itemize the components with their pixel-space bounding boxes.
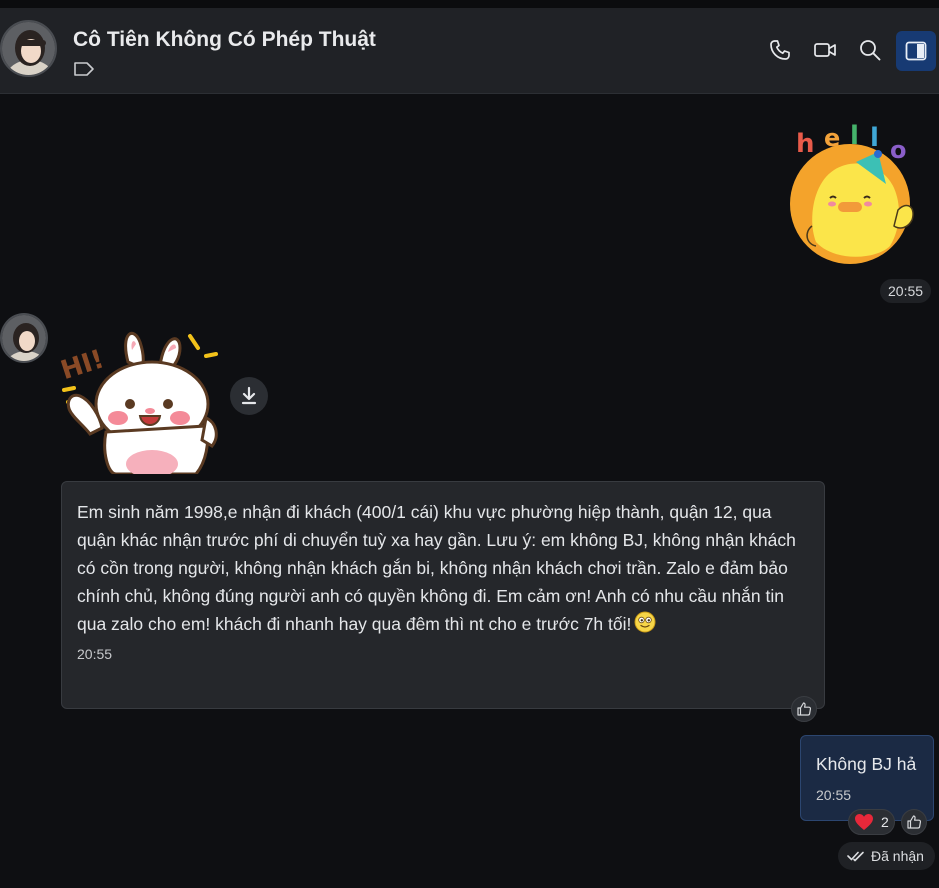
chat-header: Cô Tiên Không Có Phép Thuật bbox=[0, 8, 939, 94]
sticker-time: 20:55 bbox=[880, 279, 932, 303]
thumbs-up-icon bbox=[797, 702, 812, 716]
contact-avatar[interactable] bbox=[0, 20, 57, 77]
toggle-side-panel-button[interactable] bbox=[896, 31, 936, 71]
svg-text:HI!: HI! bbox=[57, 344, 107, 386]
like-reaction-button[interactable] bbox=[901, 809, 927, 835]
svg-text:o: o bbox=[890, 136, 907, 164]
download-sticker-button[interactable] bbox=[230, 377, 268, 415]
incoming-message-bubble[interactable]: Em sinh năm 1998,e nhận đi khách (400/1 … bbox=[61, 481, 825, 709]
double-check-icon bbox=[847, 851, 864, 862]
message-body: Em sinh năm 1998,e nhận đi khách (400/1 … bbox=[77, 502, 796, 634]
message-text: Em sinh năm 1998,e nhận đi khách (400/1 … bbox=[77, 498, 808, 638]
side-panel-icon bbox=[905, 41, 927, 61]
message-time: 20:55 bbox=[77, 646, 113, 662]
search-icon[interactable] bbox=[858, 38, 882, 62]
message-time: 20:55 bbox=[816, 787, 852, 803]
heart-icon bbox=[855, 814, 873, 830]
reaction-summary[interactable]: 2 bbox=[848, 809, 895, 835]
smiling-face-emoji bbox=[634, 611, 656, 633]
svg-text:h: h bbox=[796, 129, 815, 159]
window-top-strip bbox=[0, 0, 939, 8]
sticker-hi-bunny[interactable]: HI! bbox=[56, 322, 226, 478]
like-reaction-button[interactable] bbox=[791, 696, 817, 722]
delivery-status: Đã nhận bbox=[838, 842, 935, 870]
contact-name: Cô Tiên Không Có Phép Thuật bbox=[73, 28, 376, 51]
video-icon[interactable] bbox=[813, 38, 837, 62]
sender-avatar[interactable] bbox=[0, 313, 48, 363]
phone-icon[interactable] bbox=[768, 38, 792, 62]
tag-icon[interactable] bbox=[73, 60, 95, 78]
thumbs-up-icon bbox=[907, 815, 922, 829]
reaction-count: 2 bbox=[881, 814, 889, 830]
sticker-hello[interactable]: h e l l o bbox=[786, 121, 926, 267]
message-text: Không BJ hả bbox=[816, 754, 917, 774]
delivery-status-text: Đã nhận bbox=[871, 848, 924, 864]
download-icon bbox=[241, 386, 257, 405]
